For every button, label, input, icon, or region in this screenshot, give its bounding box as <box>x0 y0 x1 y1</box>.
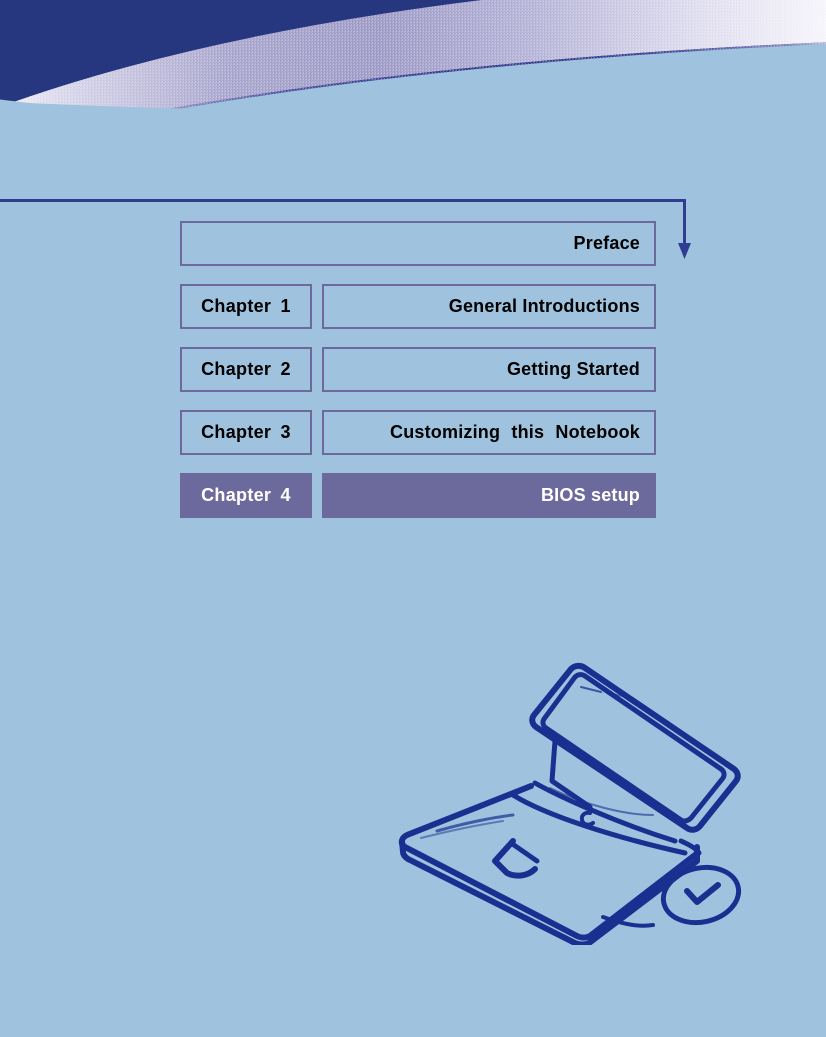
toc-title-chapter-4: BIOS setup <box>322 473 656 518</box>
toc-row-preface[interactable]: Preface <box>180 221 656 266</box>
toc-title-chapter-2: Getting Started <box>322 347 656 392</box>
table-of-contents: Preface Chapter 1 General Introductions … <box>180 221 656 518</box>
toc-chapter-label-2: Chapter 2 <box>180 347 312 392</box>
toc-row-chapter-4[interactable]: Chapter 4 BIOS setup <box>180 473 656 518</box>
toc-row-chapter-3[interactable]: Chapter 3 Customizing this Notebook <box>180 410 656 455</box>
toc-title-preface: Preface <box>180 221 656 266</box>
toc-title-chapter-3: Customizing this Notebook <box>322 410 656 455</box>
toc-connector-line <box>0 199 684 202</box>
laptop-base-top <box>398 783 698 941</box>
mouse-button-mark <box>684 882 721 905</box>
toc-chapter-label-1: Chapter 1 <box>180 284 312 329</box>
laptop-base-front-edge <box>399 838 700 945</box>
toc-chapter-label-4: Chapter 4 <box>180 473 312 518</box>
laptop-power-button <box>579 810 595 827</box>
toc-chapter-label-3: Chapter 3 <box>180 410 312 455</box>
toc-row-chapter-2[interactable]: Chapter 2 Getting Started <box>180 347 656 392</box>
notebook-sketch-illustration <box>385 655 755 945</box>
laptop-keyboard-edge <box>508 840 540 864</box>
document-cover-page: Preface Chapter 1 General Introductions … <box>0 0 826 1037</box>
toc-down-arrow-icon <box>675 199 697 263</box>
toc-title-chapter-1: General Introductions <box>322 284 656 329</box>
toc-row-chapter-1[interactable]: Chapter 1 General Introductions <box>180 284 656 329</box>
header-banner <box>0 0 826 175</box>
